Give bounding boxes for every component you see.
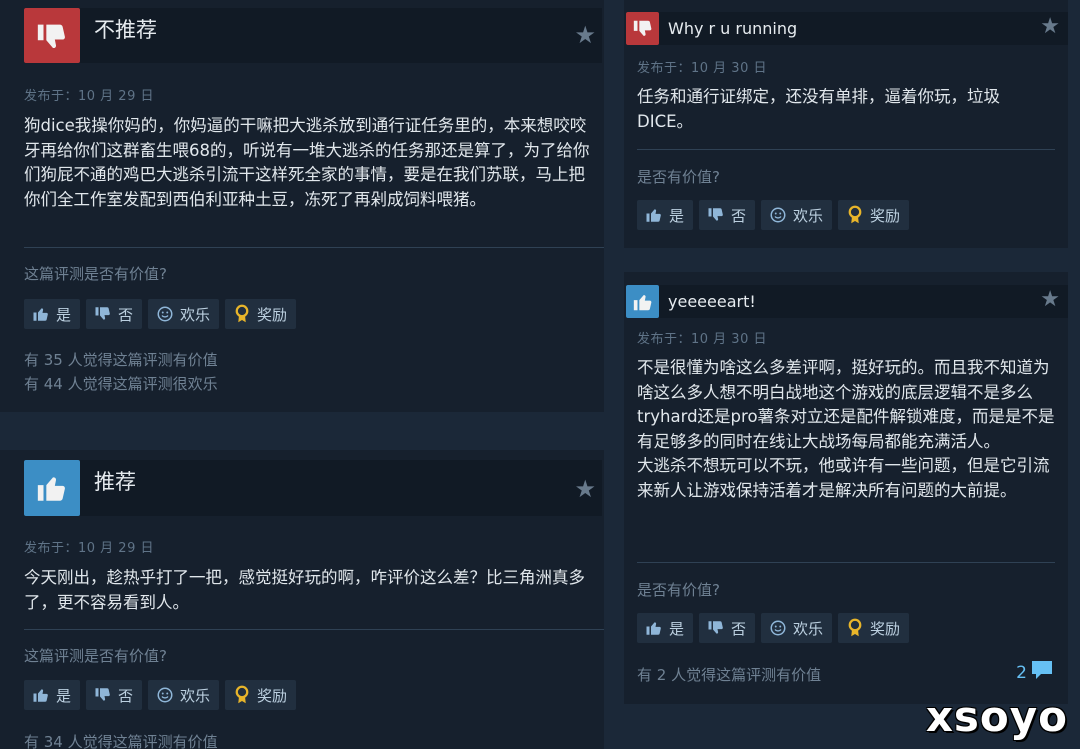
thumbs-down-icon: [93, 685, 113, 705]
review-header: 不推荐 ★: [24, 8, 602, 63]
smiley-icon: [155, 685, 175, 705]
review-text: 狗dice我操你妈的，你妈逼的干嘛把大逃杀放到通行证任务里的，本来想咬咬牙再给你…: [24, 116, 590, 209]
thumbs-down-icon: [93, 304, 113, 324]
funny-count: 有 44 人觉得这篇评测很欢乐: [24, 375, 218, 393]
vote-buttons: 是 否 欢乐 奖励: [637, 200, 910, 230]
review-author[interactable]: Why r u running: [668, 19, 797, 38]
award-button[interactable]: 奖励: [838, 613, 910, 643]
thumbs-up-icon: [31, 685, 51, 705]
vote-no-label: 否: [731, 619, 747, 638]
smiley-icon: [768, 205, 788, 225]
review-card: 推荐 ★ 发布于：10 月 29 日 今天刚出，趁热乎打了一把，感觉挺好玩的啊，…: [0, 450, 604, 749]
review-author[interactable]: yeeeeeart!: [668, 292, 756, 311]
award-label: 奖励: [257, 686, 288, 705]
review-date: 发布于：10 月 29 日: [24, 541, 154, 556]
star-icon[interactable]: ★: [574, 21, 596, 49]
vote-no-button[interactable]: 否: [699, 200, 756, 230]
thumbs-down-icon: [24, 8, 80, 63]
star-icon[interactable]: ★: [574, 475, 596, 503]
thumbs-up-icon: [24, 460, 80, 516]
vote-yes-label: 是: [669, 206, 685, 225]
smiley-icon: [155, 304, 175, 324]
award-icon: [845, 618, 865, 638]
award-icon: [845, 205, 865, 225]
divider: [24, 629, 604, 630]
thumbs-down-icon: [706, 205, 726, 225]
review-text: 今天刚出，趁热乎打了一把，感觉挺好玩的啊，咋评价这么差？比三角洲真多了，更不容易…: [24, 568, 585, 612]
helpful-question: 这篇评测是否有价值?: [24, 265, 167, 283]
comment-icon: [1030, 659, 1054, 686]
smiley-icon: [768, 618, 788, 638]
divider: [637, 149, 1055, 150]
vote-yes-label: 是: [56, 686, 72, 705]
comment-count-value: 2: [1016, 662, 1027, 683]
thumbs-up-icon: [626, 285, 659, 318]
review-date: 发布于：10 月 29 日: [24, 89, 154, 104]
award-label: 奖励: [257, 305, 288, 324]
vote-no-label: 否: [731, 206, 747, 225]
thumbs-up-icon: [31, 304, 51, 324]
helpful-count: 有 35 人觉得这篇评测有价值: [24, 351, 218, 369]
vote-no-label: 否: [118, 686, 134, 705]
vote-funny-label: 欢乐: [793, 619, 824, 638]
vote-buttons: 是 否 欢乐 奖励: [637, 613, 910, 643]
watermark: xsoyo: [925, 692, 1068, 741]
review-verdict: 不推荐: [94, 18, 157, 42]
review-card: 不推荐 ★ 发布于：10 月 29 日 狗dice我操你妈的，你妈逼的干嘛把大逃…: [0, 0, 604, 412]
review-card: Why r u running ★ 发布于：10 月 30 日 任务和通行证绑定…: [624, 0, 1068, 248]
review-header: 推荐 ★: [24, 460, 602, 516]
vote-funny-button[interactable]: 欢乐: [148, 680, 220, 710]
divider: [24, 247, 604, 248]
award-icon: [232, 304, 252, 324]
review-card: yeeeeeart! ★ 发布于：10 月 30 日 不是很懂为啥这么多差评啊，…: [624, 272, 1068, 704]
comment-count[interactable]: 2: [1016, 659, 1054, 686]
vote-no-button[interactable]: 否: [86, 680, 143, 710]
vote-no-button[interactable]: 否: [699, 613, 756, 643]
review-header: Why r u running ★: [626, 12, 1068, 45]
divider: [637, 562, 1055, 563]
vote-buttons: 是 否 欢乐 奖励: [24, 680, 297, 710]
helpful-count: 有 34 人觉得这篇评测有价值: [24, 733, 218, 749]
helpful-count: 有 2 人觉得这篇评测有价值: [637, 666, 822, 684]
star-icon[interactable]: ★: [1040, 14, 1060, 39]
vote-funny-label: 欢乐: [180, 305, 211, 324]
review-text: 不是很懂为啥这么多差评啊，挺好玩的。而且我不知道为啥这么多人想不明白战地这个游戏…: [637, 358, 1055, 500]
vote-yes-button[interactable]: 是: [24, 680, 81, 710]
award-button[interactable]: 奖励: [838, 200, 910, 230]
thumbs-up-icon: [644, 205, 664, 225]
review-page: 不推荐 ★ 发布于：10 月 29 日 狗dice我操你妈的，你妈逼的干嘛把大逃…: [0, 0, 1080, 749]
vote-no-label: 否: [118, 305, 134, 324]
vote-yes-button[interactable]: 是: [637, 613, 694, 643]
thumbs-down-icon: [626, 12, 659, 45]
star-icon[interactable]: ★: [1040, 287, 1060, 312]
helpful-question: 这篇评测是否有价值?: [24, 647, 167, 665]
vote-funny-button[interactable]: 欢乐: [148, 299, 220, 329]
vote-buttons: 是 否 欢乐 奖励: [24, 299, 297, 329]
helpful-question: 是否有价值?: [637, 581, 720, 599]
review-text: 任务和通行证绑定，还没有单排，逼着你玩，垃圾DICE。: [637, 87, 1000, 131]
vote-yes-label: 是: [56, 305, 72, 324]
thumbs-down-icon: [706, 618, 726, 638]
vote-funny-button[interactable]: 欢乐: [761, 200, 833, 230]
award-icon: [232, 685, 252, 705]
review-date: 发布于：10 月 30 日: [637, 332, 767, 347]
left-column: 不推荐 ★ 发布于：10 月 29 日 狗dice我操你妈的，你妈逼的干嘛把大逃…: [0, 0, 604, 749]
vote-funny-label: 欢乐: [180, 686, 211, 705]
vote-funny-label: 欢乐: [793, 206, 824, 225]
review-header: yeeeeeart! ★: [626, 285, 1068, 318]
award-button[interactable]: 奖励: [225, 680, 297, 710]
review-verdict: 推荐: [94, 470, 136, 494]
right-column: Why r u running ★ 发布于：10 月 30 日 任务和通行证绑定…: [612, 0, 1080, 749]
thumbs-up-icon: [644, 618, 664, 638]
review-date: 发布于：10 月 30 日: [637, 61, 767, 76]
helpful-question: 是否有价值?: [637, 168, 720, 186]
vote-yes-button[interactable]: 是: [24, 299, 81, 329]
vote-yes-button[interactable]: 是: [637, 200, 694, 230]
award-button[interactable]: 奖励: [225, 299, 297, 329]
award-label: 奖励: [870, 206, 901, 225]
vote-no-button[interactable]: 否: [86, 299, 143, 329]
award-label: 奖励: [870, 619, 901, 638]
vote-funny-button[interactable]: 欢乐: [761, 613, 833, 643]
vote-yes-label: 是: [669, 619, 685, 638]
